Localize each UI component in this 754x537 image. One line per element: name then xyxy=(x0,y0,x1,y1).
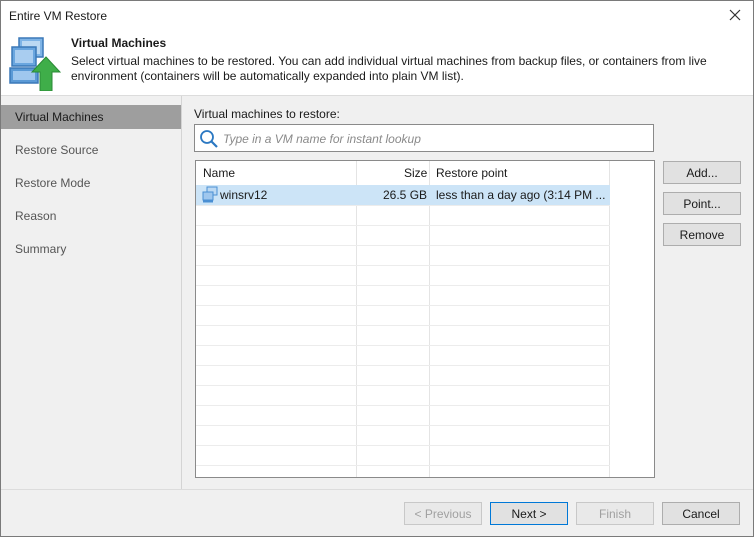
row-divider xyxy=(196,365,610,366)
main-panel: Virtual machines to restore: Name Size R… xyxy=(182,96,753,489)
row-divider xyxy=(196,305,610,306)
wizard-footer: < Previous Next > Finish Cancel xyxy=(1,489,753,536)
row-divider xyxy=(196,405,610,406)
vm-name: winsrv12 xyxy=(220,188,268,202)
vm-list-label: Virtual machines to restore: xyxy=(194,107,340,121)
sidebar-item-reason[interactable]: Reason xyxy=(1,204,181,228)
sidebar-item-virtual-machines[interactable]: Virtual Machines xyxy=(1,105,181,129)
page-title: Virtual Machines xyxy=(71,36,167,50)
step-header: Virtual Machines Select virtual machines… xyxy=(1,31,753,95)
row-divider xyxy=(196,285,610,286)
column-header-restore-point[interactable]: Restore point xyxy=(436,166,507,180)
vm-search-input[interactable] xyxy=(221,128,650,150)
table-row[interactable]: winsrv12 26.5 GB less than a day ago (3:… xyxy=(196,185,610,205)
sidebar-item-restore-source[interactable]: Restore Source xyxy=(1,138,181,162)
sidebar-item-summary[interactable]: Summary xyxy=(1,237,181,261)
row-divider xyxy=(196,325,610,326)
column-divider xyxy=(609,161,610,477)
wizard-steps-sidebar: Virtual Machines Restore Source Restore … xyxy=(1,96,182,489)
add-button[interactable]: Add... xyxy=(663,161,741,184)
entire-vm-restore-dialog: Entire VM Restore Virtual Machines Selec… xyxy=(0,0,754,537)
window-title: Entire VM Restore xyxy=(9,9,108,23)
row-divider xyxy=(196,225,610,226)
row-divider xyxy=(196,425,610,426)
row-divider xyxy=(196,265,610,266)
sidebar-item-label: Virtual Machines xyxy=(15,110,104,124)
column-header-name[interactable]: Name xyxy=(203,166,235,180)
row-divider xyxy=(196,205,610,206)
row-divider xyxy=(196,465,610,466)
point-button[interactable]: Point... xyxy=(663,192,741,215)
row-divider xyxy=(196,345,610,346)
sidebar-item-label: Restore Mode xyxy=(15,176,91,190)
vm-icon xyxy=(202,186,218,203)
title-bar: Entire VM Restore xyxy=(1,1,753,31)
page-description: Select virtual machines to be restored. … xyxy=(71,54,707,83)
sidebar-item-label: Restore Source xyxy=(15,143,99,157)
vm-size: 26.5 GB xyxy=(383,188,428,202)
sidebar-item-label: Reason xyxy=(15,209,57,223)
close-icon[interactable] xyxy=(725,5,745,25)
row-divider xyxy=(196,245,610,246)
finish-button[interactable]: Finish xyxy=(576,502,654,525)
column-divider xyxy=(429,161,430,477)
row-divider xyxy=(196,385,610,386)
table-header: Name Size Restore point xyxy=(196,161,654,185)
cancel-button[interactable]: Cancel xyxy=(662,502,740,525)
search-icon xyxy=(200,130,218,148)
next-button[interactable]: Next > xyxy=(490,502,568,525)
vm-search-box[interactable] xyxy=(194,124,654,152)
vm-restore-point: less than a day ago (3:14 PM ... xyxy=(436,188,606,202)
previous-button[interactable]: < Previous xyxy=(404,502,482,525)
column-header-size[interactable]: Size xyxy=(404,166,427,180)
remove-button[interactable]: Remove xyxy=(663,223,741,246)
sidebar-item-label: Summary xyxy=(15,242,67,256)
column-divider xyxy=(356,161,357,477)
row-divider xyxy=(196,445,610,446)
vm-table: Name Size Restore point winsrv12 26.5 GB… xyxy=(195,160,655,478)
sidebar-item-restore-mode[interactable]: Restore Mode xyxy=(1,171,181,195)
vm-restore-icon xyxy=(9,37,61,91)
